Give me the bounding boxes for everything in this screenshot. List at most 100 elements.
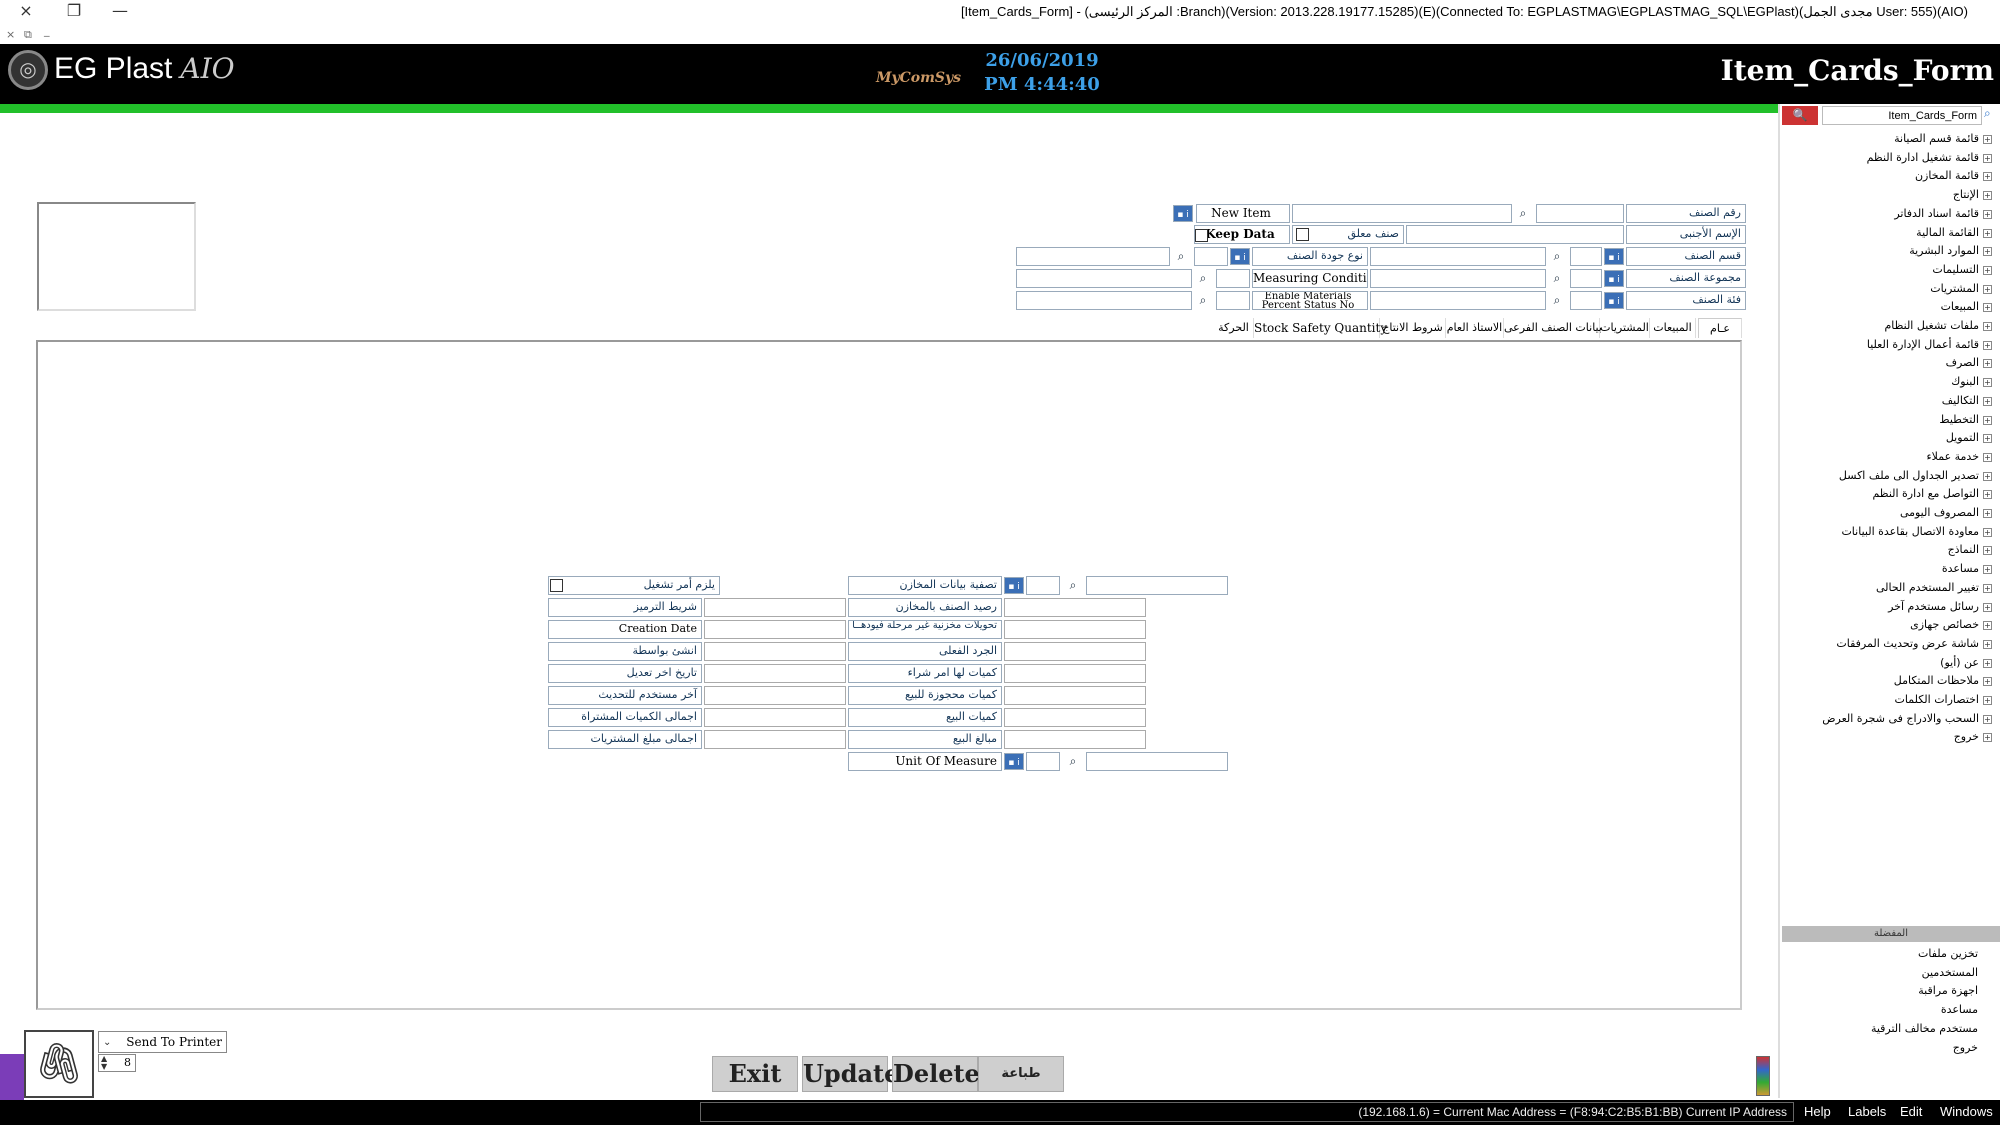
tab-purchases[interactable]: المشتريات [1600,318,1650,338]
measuring-condition-search-icon[interactable]: ⌕ [1194,270,1212,288]
sidebar-tree-item[interactable]: البنوك + [1951,375,1992,388]
keep-data-checkbox[interactable] [1195,229,1208,242]
expand-plus-icon[interactable]: + [1983,621,1992,631]
expand-plus-icon[interactable]: + [1983,209,1992,219]
expand-plus-icon[interactable]: + [1983,359,1992,369]
warehouse-filter-search-icon[interactable]: ⌕ [1064,577,1082,595]
menu-help[interactable]: Help [1804,1104,1831,1119]
expand-plus-icon[interactable]: + [1983,677,1992,687]
expand-plus-icon[interactable]: + [1983,228,1992,238]
sidebar-tree-item[interactable]: قائمة المخازن + [1915,169,1992,182]
item-no-search-icon[interactable]: ⌕ [1514,205,1532,223]
expand-plus-icon[interactable]: + [1983,378,1992,388]
sidebar-tree-item[interactable]: خصائص جهازى + [1910,618,1992,631]
expand-plus-icon[interactable]: + [1983,546,1992,556]
sidebar-tree-item[interactable]: خدمة عملاء + [1926,450,1992,463]
sidebar-tree-item[interactable]: قائمة تشغيل ادارة النظم + [1867,151,1992,164]
quality-name-input[interactable] [1016,247,1170,266]
section-info-button[interactable]: ▪ i [1604,248,1624,265]
expand-plus-icon[interactable]: + [1983,172,1992,182]
sidebar-tree-item[interactable]: قائمة قسم الصيانة + [1894,132,1992,145]
sidebar-tree-item[interactable]: ملفات تشغيل النظام + [1884,319,1992,332]
sidebar-tree-item[interactable]: التخطيط + [1939,413,1992,426]
tab-general-ledger[interactable]: الاستاذ العام [1446,318,1504,338]
sidebar-tree-item[interactable]: التكاليف + [1942,394,1992,407]
mdi-close-icon[interactable]: × [6,28,15,41]
unit-search-icon[interactable]: ⌕ [1064,753,1082,771]
sidebar-tree-item[interactable]: القائمة المالية + [1916,226,1992,239]
expand-plus-icon[interactable]: + [1983,527,1992,537]
category-code-input[interactable] [1570,291,1602,310]
item-no-input[interactable] [1536,204,1624,223]
attachment-icon[interactable]: 🖇 [24,1030,94,1098]
expand-plus-icon[interactable]: + [1983,415,1992,425]
expand-plus-icon[interactable]: + [1983,583,1992,593]
quality-info-button[interactable]: ▪ i [1230,248,1250,265]
warehouse-filter-info-button[interactable]: ▪ i [1004,577,1024,594]
delete-button[interactable]: Delete [892,1056,980,1092]
sidebar-tree-item[interactable]: التواصل مع ادارة النظم + [1872,487,1992,500]
expand-plus-icon[interactable]: + [1983,471,1992,481]
expand-plus-icon[interactable]: + [1983,340,1992,350]
expand-plus-icon[interactable]: + [1983,658,1992,668]
expand-plus-icon[interactable]: + [1983,565,1992,575]
materials-percent-code-input[interactable] [1216,291,1250,310]
sidebar-tree-item[interactable]: تغيير المستخدم الحالى + [1876,581,1992,594]
materials-percent-name-input[interactable] [1016,291,1192,310]
quality-search-icon[interactable]: ⌕ [1172,248,1190,266]
category-info-button[interactable]: ▪ i [1604,292,1624,309]
favorite-item[interactable]: خروج [1953,1041,1978,1054]
menu-windows[interactable]: Windows [1940,1104,1993,1119]
group-info-button[interactable]: ▪ i [1604,270,1624,287]
favorite-item[interactable]: اجهزة مراقبة [1918,984,1978,997]
copies-stepper[interactable]: ▲ ▼ 8 [98,1054,136,1072]
section-search-icon[interactable]: ⌕ [1548,248,1566,266]
sidebar-tree-item[interactable]: رسائل مستخدم آخر + [1888,600,1992,613]
warehouse-filter-name-input[interactable] [1086,576,1228,595]
measuring-condition-name-input[interactable] [1016,269,1192,288]
sidebar-tree-item[interactable]: شاشة عرض وتحديث المرفقات + [1836,637,1992,650]
tab-production-conditions[interactable]: شروط الانتاج [1380,318,1446,338]
expand-plus-icon[interactable]: + [1983,247,1992,257]
menu-labels[interactable]: Labels [1848,1104,1886,1119]
print-button[interactable]: طباعة [978,1056,1064,1092]
tab-sub-item-data[interactable]: بيانات الصنف الفرعى [1504,318,1602,338]
group-code-input[interactable] [1570,269,1602,288]
foreign-name-input[interactable] [1406,225,1624,244]
close-window-icon[interactable]: × [4,0,48,24]
requires-work-order-checkbox[interactable] [550,579,563,592]
sidebar-tree-item[interactable]: معاودة الاتصال بقاعدة البيانات + [1841,525,1992,538]
sidebar-search-input[interactable] [1822,106,1982,125]
expand-plus-icon[interactable]: + [1983,135,1992,144]
restore-window-icon[interactable]: ❐ [52,0,96,24]
expand-plus-icon[interactable]: + [1983,639,1992,649]
chevron-down-icon[interactable]: ⌄ [103,1033,111,1053]
sidebar-tree-item[interactable]: السحب والادراج فى شجرة العرض + [1822,712,1992,725]
expand-plus-icon[interactable]: + [1983,265,1992,275]
exit-button[interactable]: Exit [712,1056,798,1092]
sidebar-tree-item[interactable]: التمويل + [1946,431,1992,444]
unit-code-input[interactable] [1026,752,1060,771]
expand-plus-icon[interactable]: + [1983,191,1992,201]
mdi-minimize-icon[interactable]: _ [44,24,50,37]
search-go-icon[interactable]: ⌕ [1984,106,2000,125]
tab-general[interactable]: عـام [1698,318,1742,338]
section-code-input[interactable] [1570,247,1602,266]
minimize-window-icon[interactable]: — [98,0,142,24]
expand-plus-icon[interactable]: + [1983,396,1992,406]
favorite-item[interactable]: المستخدمين [1922,966,1978,979]
favorite-item[interactable]: مستخدم مخالف الترقية [1871,1022,1978,1035]
group-name-input[interactable] [1370,269,1546,288]
quality-code-input[interactable] [1194,247,1228,266]
materials-percent-search-icon[interactable]: ⌕ [1194,292,1212,310]
item-name-input[interactable] [1292,204,1512,223]
sidebar-tree-item[interactable]: عن (أيو) + [1940,656,1992,669]
tab-sales[interactable]: المبيعات [1650,318,1696,338]
expand-plus-icon[interactable]: + [1983,322,1992,331]
expand-plus-icon[interactable]: + [1983,434,1992,444]
print-destination-select[interactable]: ⌄ Send To Printer [98,1031,227,1053]
expand-plus-icon[interactable]: + [1983,303,1992,313]
stepper-arrows-icon[interactable]: ▲ ▼ [101,1055,107,1071]
expand-plus-icon[interactable]: + [1983,452,1992,462]
expand-plus-icon[interactable]: + [1983,284,1992,294]
